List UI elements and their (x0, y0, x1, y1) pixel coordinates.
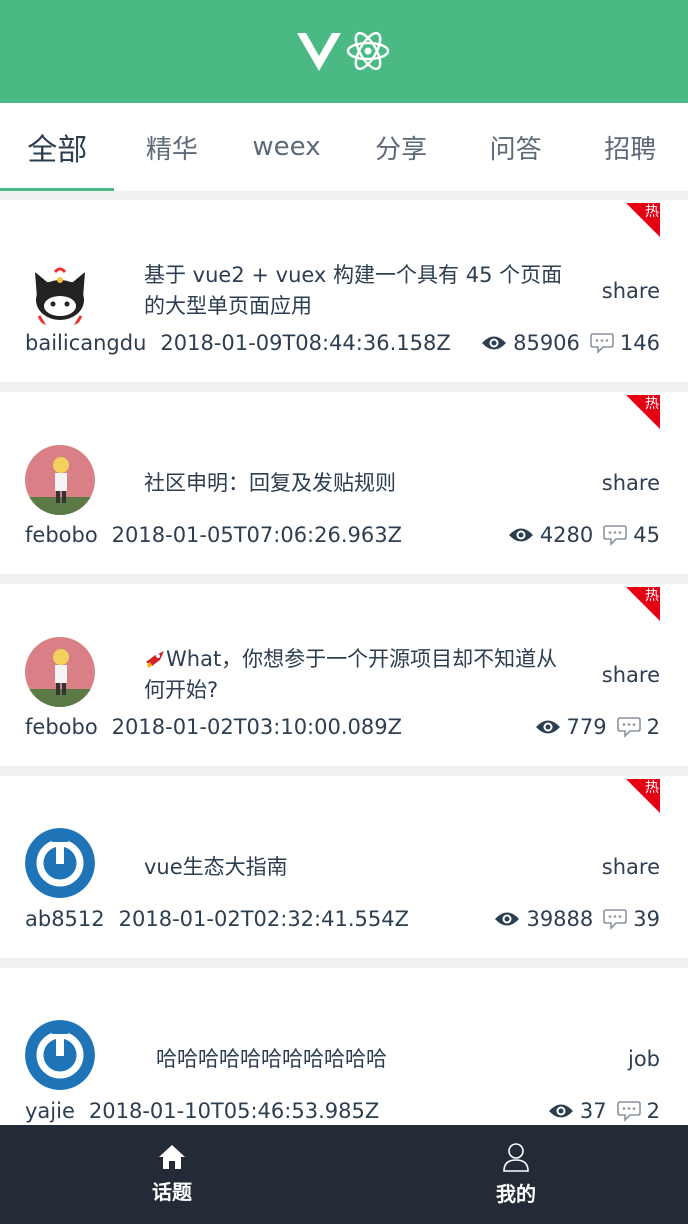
view-count: 4280 (539, 523, 594, 547)
topic-stats: 85906 146 (481, 331, 660, 355)
topic-stats: 779 2 (535, 715, 660, 739)
topic-date: 2018-01-05T07:06:26.963Z (111, 523, 403, 547)
author-avatar[interactable] (25, 828, 95, 898)
topic-meta: bailicangdu 2018-01-09T08:44:36.158Z (25, 331, 451, 355)
tab-share[interactable]: 分享 (344, 103, 459, 191)
hot-label: 热 (645, 780, 659, 796)
topic-stats: 37 2 (548, 1099, 660, 1123)
bottom-nav: 话题 我的 (0, 1125, 688, 1224)
topic-title[interactable]: 哈哈哈哈哈哈哈哈哈哈哈 (156, 1044, 576, 1075)
topic-tag: share (601, 855, 660, 879)
topic-card[interactable]: 热 基于 vue2 + vuex 构建一个具有 45 个页面的大型单页面应用 s… (0, 200, 688, 382)
author-avatar[interactable] (25, 258, 95, 328)
author-avatar[interactable] (25, 637, 95, 707)
topic-meta: yajie 2018-01-10T05:46:53.985Z (25, 1099, 379, 1123)
logo (297, 29, 391, 73)
app-header (0, 0, 688, 103)
react-logo-icon (346, 31, 390, 70)
tab-weex[interactable]: weex (229, 103, 344, 191)
reply-count: 2 (646, 1099, 660, 1123)
topic-stats: 39888 39 (494, 907, 660, 931)
author-name[interactable]: febobo (25, 523, 98, 547)
comment-icon (603, 909, 628, 930)
tab-all[interactable]: 全部 (0, 103, 115, 191)
comment-icon (590, 333, 614, 354)
hot-label: 热 (645, 588, 659, 604)
power-avatar-icon (25, 828, 95, 898)
topic-card[interactable]: 热 社区申明：回复及发贴规则 share febobo 2018-01-05T07… (0, 392, 688, 574)
reply-count: 39 (633, 907, 660, 931)
author-name[interactable]: bailicangdu (25, 331, 146, 355)
topic-date: 2018-01-02T03:10:00.089Z (111, 715, 403, 739)
topic-title[interactable]: What，你想参于一个开源项目却不知道从何开始? (144, 644, 564, 706)
author-avatar[interactable] (25, 1020, 95, 1090)
topic-date: 2018-01-02T02:32:41.554Z (118, 907, 409, 931)
topic-tag: share (601, 279, 660, 303)
category-tabs: 全部 精华 weex 分享 问答 招聘 (0, 103, 688, 191)
comment-icon (603, 525, 628, 546)
topic-meta: ab8512 2018-01-02T02:32:41.554Z (25, 907, 409, 931)
view-count: 39888 (526, 907, 594, 931)
photo-avatar-icon (25, 445, 95, 515)
hot-label: 热 (645, 396, 659, 412)
topic-tag: job (627, 1047, 660, 1071)
topic-tag: share (601, 663, 660, 687)
topic-meta: febobo 2018-01-05T07:06:26.963Z (25, 523, 402, 547)
nav-topics[interactable]: 话题 (0, 1125, 344, 1224)
author-name[interactable]: ab8512 (25, 907, 105, 931)
home-icon (159, 1145, 185, 1169)
topic-tag: share (601, 471, 660, 495)
topic-card[interactable]: 热 What，你想参于一个开源项目却不知道从何开始? share febobo 2… (0, 584, 688, 766)
tab-job[interactable]: 招聘 (573, 103, 688, 191)
author-name[interactable]: febobo (25, 715, 98, 739)
vue-logo-icon (297, 32, 341, 71)
topic-card[interactable]: 哈哈哈哈哈哈哈哈哈哈哈 job yajie 2018-01-10T05:46:53… (0, 968, 688, 1128)
eye-icon (508, 528, 533, 542)
topic-card[interactable]: 热 vue生态大指南 share ab8512 2018-01-02T02:32:… (0, 776, 688, 958)
hot-label: 热 (645, 204, 659, 220)
eye-icon (482, 336, 507, 350)
eye-icon (495, 912, 520, 926)
author-avatar[interactable] (25, 445, 95, 515)
view-count: 85906 (513, 331, 580, 355)
author-name[interactable]: yajie (25, 1099, 75, 1123)
reply-count: 146 (619, 331, 660, 355)
cat-avatar-icon (25, 258, 95, 328)
view-count: 37 (579, 1099, 607, 1123)
topic-date: 2018-01-09T08:44:36.158Z (160, 331, 451, 355)
topic-stats: 4280 45 (508, 523, 660, 547)
eye-icon (548, 1104, 573, 1118)
power-avatar-icon (25, 1020, 95, 1090)
tab-good[interactable]: 精华 (115, 103, 230, 191)
reply-count: 2 (646, 715, 660, 739)
reply-count: 45 (633, 523, 660, 547)
topic-title[interactable]: 社区申明：回复及发贴规则 (144, 468, 564, 499)
nav-mine-label: 我的 (496, 1182, 536, 1206)
topic-title[interactable]: 基于 vue2 + vuex 构建一个具有 45 个页面的大型单页面应用 (144, 260, 564, 322)
topic-date: 2018-01-10T05:46:53.985Z (88, 1099, 380, 1123)
eye-icon (535, 720, 560, 734)
topic-title[interactable]: vue生态大指南 (144, 852, 564, 883)
nav-mine[interactable]: 我的 (344, 1125, 688, 1224)
tab-ask[interactable]: 问答 (458, 103, 573, 191)
photo-avatar-icon (25, 637, 95, 707)
comment-icon (616, 1101, 641, 1122)
topic-meta: febobo 2018-01-02T03:10:00.089Z (25, 715, 402, 739)
comment-icon (616, 717, 641, 738)
nav-topics-label: 话题 (152, 1180, 192, 1204)
view-count: 779 (566, 715, 607, 739)
user-icon (503, 1143, 529, 1172)
